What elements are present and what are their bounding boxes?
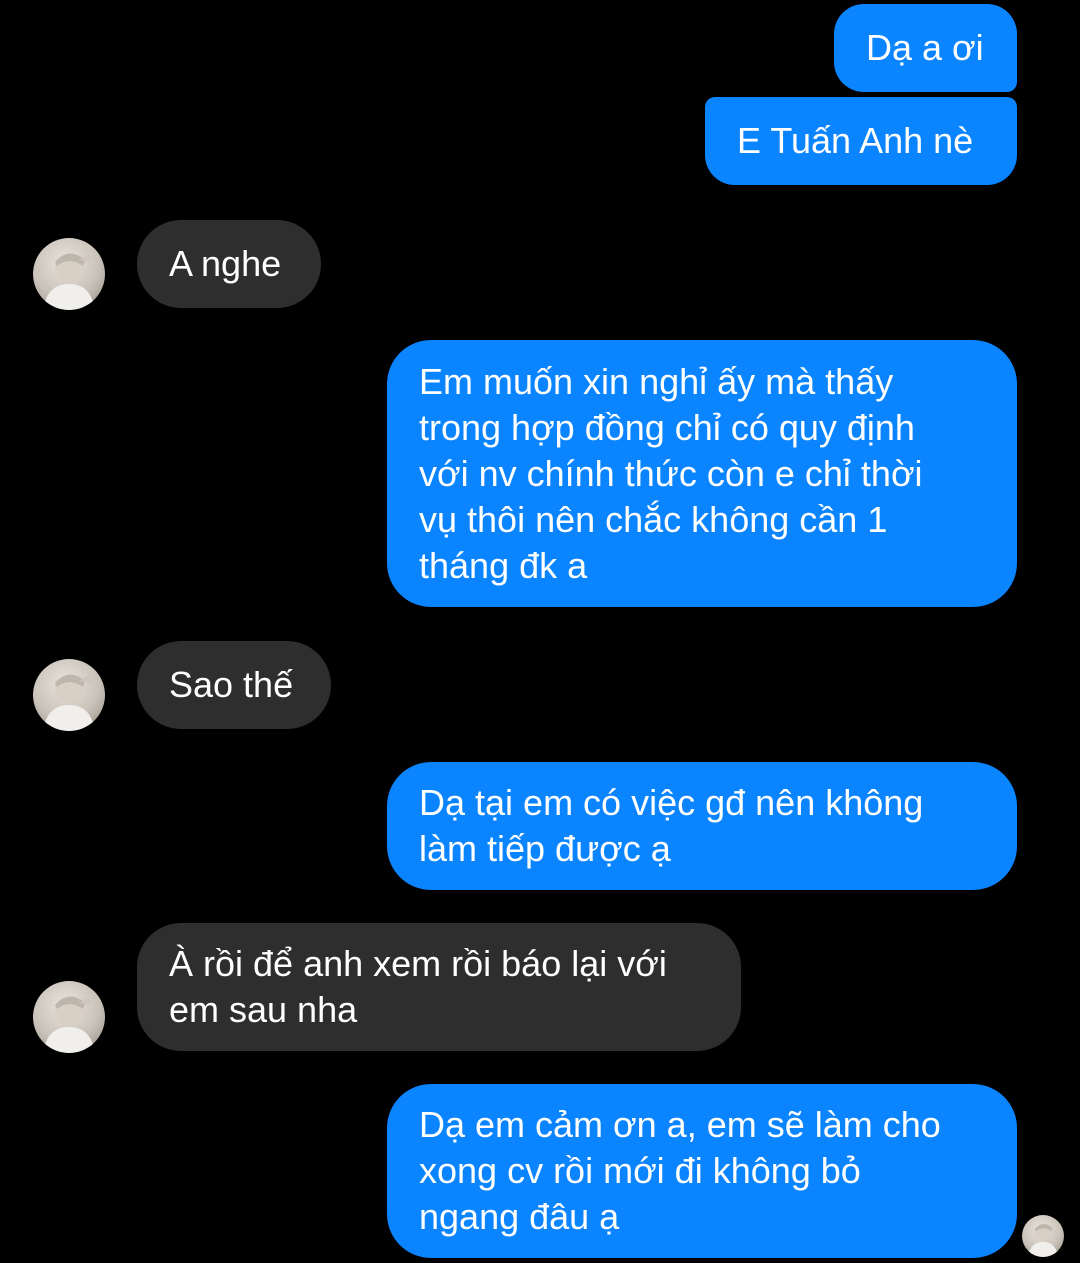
- message-outgoing[interactable]: Em muốn xin nghỉ ấy mà thấy trong hợp đồ…: [387, 340, 1017, 607]
- message-incoming[interactable]: Sao thế: [137, 641, 331, 729]
- message-outgoing[interactable]: Dạ tại em có việc gđ nên không làm tiếp …: [387, 762, 1017, 890]
- message-incoming[interactable]: A nghe: [137, 220, 321, 308]
- person-photo-icon: [43, 674, 95, 731]
- contact-avatar[interactable]: [33, 981, 105, 1053]
- message-outgoing[interactable]: Dạ em cảm ơn a, em sẽ làm cho xong cv rồ…: [387, 1084, 1017, 1258]
- contact-avatar[interactable]: [33, 238, 105, 310]
- message-outgoing[interactable]: Dạ a ơi: [834, 4, 1017, 92]
- seen-avatar: [1022, 1215, 1064, 1257]
- contact-avatar[interactable]: [33, 659, 105, 731]
- person-photo-icon: [1027, 1224, 1059, 1257]
- message-incoming[interactable]: À rồi để anh xem rồi báo lại với em sau …: [137, 923, 741, 1051]
- person-photo-icon: [43, 253, 95, 310]
- message-outgoing[interactable]: E Tuấn Anh nè: [705, 97, 1017, 185]
- person-photo-icon: [43, 996, 95, 1053]
